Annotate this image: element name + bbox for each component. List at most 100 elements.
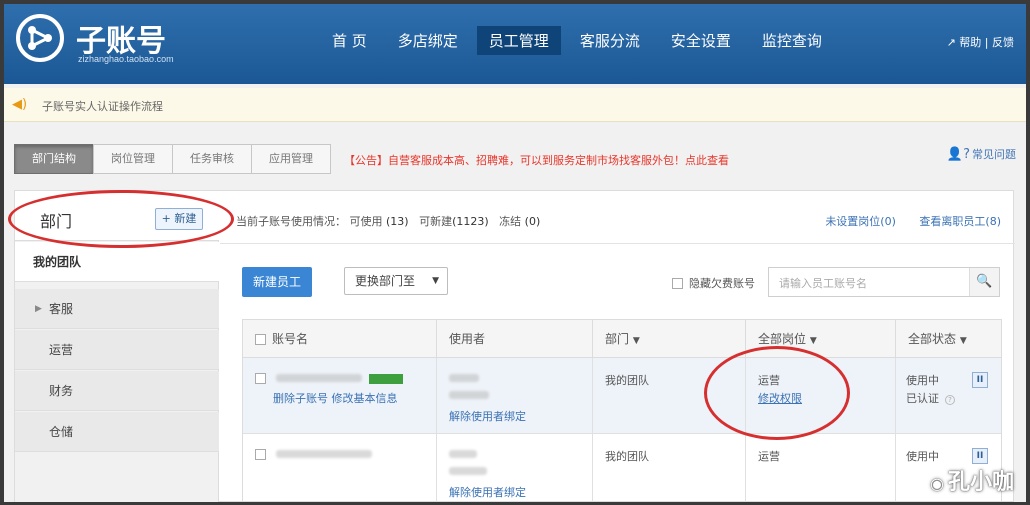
new-label: 可新建: [419, 215, 453, 228]
tab-task-review[interactable]: 任务审核: [172, 144, 252, 174]
row-status: 使用中: [906, 450, 939, 463]
row-dept: 我的团队: [605, 450, 649, 463]
unbind-user-link[interactable]: 解除使用者绑定: [449, 484, 526, 500]
pause-account-button[interactable]: II: [972, 448, 988, 464]
account-name-redacted: [275, 374, 362, 382]
usage-links: 未设置岗位(0) 查看离职员工(8): [805, 213, 1001, 229]
column-label: 账号名: [272, 332, 309, 346]
column-label: 全部岗位: [758, 332, 807, 346]
column-department[interactable]: 部门 ▼: [593, 320, 746, 358]
sidebar-item-finance[interactable]: 财务: [15, 371, 219, 411]
select-all-checkbox[interactable]: [255, 334, 266, 345]
row-post-cell: 运营: [746, 434, 896, 502]
dropdown-arrow-icon: ▼: [432, 276, 439, 286]
sidebar-item-my-team[interactable]: 我的团队: [15, 242, 219, 282]
nav-home[interactable]: 首 页: [320, 26, 379, 55]
column-status[interactable]: 全部状态 ▼: [896, 320, 1001, 358]
sidebar-item-label: 客服: [49, 302, 74, 316]
row-post: 运营: [758, 450, 780, 463]
help-question-icon[interactable]: ?: [945, 395, 955, 405]
row-verified: 已认证?: [906, 390, 955, 406]
account-tag-badge: [369, 374, 403, 384]
row-status-cell: 使用中 已认证? II: [896, 358, 1001, 434]
logo-subtitle: zizhanghao.taobao.com: [78, 54, 174, 64]
hide-arrears-option[interactable]: 隐藏欠费账号: [672, 275, 755, 291]
nav-staff-management[interactable]: 员工管理: [476, 26, 561, 55]
hide-arrears-checkbox[interactable]: [672, 278, 683, 289]
watermark-text: 孔小咖: [947, 470, 1014, 495]
sidebar-item-operations[interactable]: 运营: [15, 330, 219, 370]
top-header: 子账号 zizhanghao.taobao.com 首 页 多店绑定 员工管理 …: [4, 4, 1026, 84]
sort-down-icon: ▼: [632, 336, 640, 346]
annotation-circle-department: [8, 190, 234, 248]
tab-post-management[interactable]: 岗位管理: [93, 144, 173, 174]
user-name-redacted: [449, 448, 487, 478]
staff-table: 账号名 使用者 部门 ▼ 全部岗位 ▼ 全部状态 ▼ 删除子账号 修改基本信息 …: [242, 319, 1002, 502]
user-name-redacted: [449, 372, 489, 402]
available-count: (13): [386, 215, 409, 228]
expand-caret-icon[interactable]: ▶: [35, 289, 42, 329]
new-count: (1123): [452, 215, 489, 228]
row-status: 使用中: [906, 374, 939, 387]
row-checkbox[interactable]: [255, 449, 266, 460]
usage-label: 当前子账号使用情况：: [236, 215, 346, 228]
nav-security-settings[interactable]: 安全设置: [659, 26, 743, 55]
annotation-circle-permissions: [704, 346, 850, 440]
external-link-icon: ↗: [946, 36, 956, 49]
faq-link[interactable]: 👤? 常见问题: [947, 146, 1016, 162]
pause-account-button[interactable]: II: [972, 372, 988, 388]
row-actions[interactable]: 删除子账号 修改基本信息: [273, 390, 398, 406]
sidebar-item-customer-service[interactable]: ▶ 客服: [15, 289, 219, 329]
resigned-staff-link[interactable]: 查看离职员工(8): [919, 215, 1001, 228]
announcement-link[interactable]: 【公告】自营客服成本高、招聘难，可以到服务定制市场找客服外包！点此查看: [344, 152, 729, 168]
usage-summary: 当前子账号使用情况： 可使用 (13) 可新建(1123) 冻结 (0): [236, 213, 540, 229]
divider: [220, 243, 1015, 244]
row-dept-cell: 我的团队: [593, 434, 746, 502]
move-department-select[interactable]: 更换部门至 ▼: [344, 267, 448, 295]
sort-down-icon: ▼: [809, 336, 817, 346]
search-box[interactable]: 请输入员工账号名 🔍: [768, 267, 1000, 297]
row-user-cell: 解除使用者绑定: [437, 434, 593, 502]
notice-link[interactable]: 子账号实人认证操作流程: [42, 98, 163, 114]
help-link[interactable]: 帮助: [959, 36, 981, 49]
main-nav: 首 页 多店绑定 员工管理 客服分流 安全设置 监控查询: [320, 26, 841, 55]
row-dept: 我的团队: [605, 374, 649, 387]
nav-multi-store[interactable]: 多店绑定: [386, 26, 470, 55]
verified-label: 已认证: [906, 392, 939, 405]
table-row: [243, 434, 437, 502]
tab-department-structure[interactable]: 部门结构: [14, 144, 94, 174]
row-account: [255, 372, 403, 385]
add-employee-button[interactable]: 新建员工: [242, 267, 312, 297]
help-links: ↗ 帮助 | 反馈: [947, 34, 1014, 50]
column-label: 全部状态: [908, 332, 957, 346]
notice-bar: ◀) 子账号实人认证操作流程: [4, 88, 1026, 122]
speaker-icon: ◀): [12, 97, 28, 112]
available-label: 可使用: [349, 215, 383, 228]
nav-monitoring[interactable]: 监控查询: [750, 26, 834, 55]
nav-customer-routing[interactable]: 客服分流: [568, 26, 652, 55]
search-icon[interactable]: 🔍: [969, 268, 999, 296]
unset-post-link[interactable]: 未设置岗位(0): [825, 215, 896, 228]
account-name-redacted: [275, 450, 372, 458]
sort-down-icon: ▼: [959, 336, 967, 346]
tab-app-management[interactable]: 应用管理: [251, 144, 331, 174]
user-help-icon: 👤?: [946, 147, 970, 162]
content-area: 当前子账号使用情况： 可使用 (13) 可新建(1123) 冻结 (0) 未设置…: [220, 191, 1015, 502]
row-checkbox[interactable]: [255, 373, 266, 384]
column-label: 部门: [605, 332, 630, 346]
faq-label: 常见问题: [972, 148, 1016, 161]
logo-icon: [16, 14, 64, 62]
feedback-link[interactable]: 反馈: [992, 36, 1014, 49]
column-user: 使用者: [437, 320, 593, 358]
row-account: [255, 448, 372, 461]
weibo-watermark: ◉ 孔小咖: [930, 464, 1014, 496]
sidebar-item-warehouse[interactable]: 仓储: [15, 412, 219, 452]
unbind-user-link[interactable]: 解除使用者绑定: [449, 408, 526, 424]
table-row: 删除子账号 修改基本信息: [243, 358, 437, 434]
search-input[interactable]: 请输入员工账号名: [779, 275, 867, 291]
hide-arrears-label: 隐藏欠费账号: [689, 277, 755, 290]
column-account: 账号名: [243, 320, 437, 358]
frozen-count: (0): [524, 215, 541, 228]
frozen-label: 冻结: [499, 215, 522, 228]
section-tabs: 部门结构 岗位管理 任务审核 应用管理: [14, 144, 331, 174]
